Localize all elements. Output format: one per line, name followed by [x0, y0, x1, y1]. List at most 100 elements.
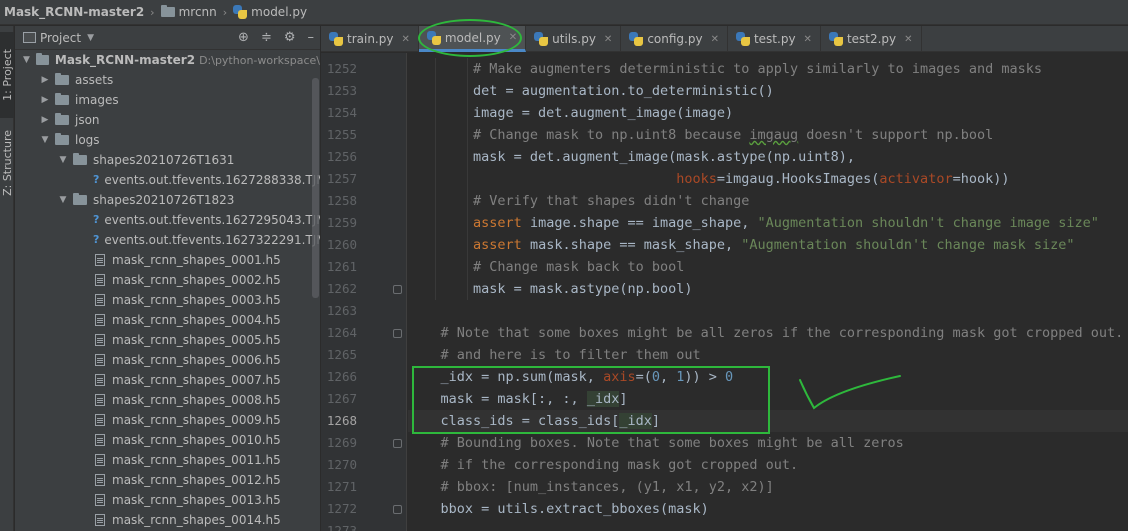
close-icon[interactable]: ✕: [401, 34, 409, 45]
project-tool-tab-label: 1: Project: [0, 49, 14, 101]
navigation-breadcrumb: Mask_RCNN-master2 › mrcnn › model.py: [0, 0, 1128, 25]
chevron-down-icon[interactable]: ▼: [57, 155, 69, 165]
file-item[interactable]: mask_rcnn_shapes_0004.h5: [15, 310, 320, 330]
folder-item[interactable]: ▶ assets: [15, 70, 320, 90]
code-line[interactable]: mask = det.augment_image(mask.astype(np.…: [408, 146, 1128, 168]
collapse-all-icon[interactable]: ≑: [261, 30, 272, 45]
code-line[interactable]: # Verify that shapes didn't change: [408, 190, 1128, 212]
fold-marker-icon[interactable]: [393, 505, 402, 514]
folder-item[interactable]: ▶ json: [15, 110, 320, 130]
code-line[interactable]: # Change mask back to bool: [408, 256, 1128, 278]
code-line[interactable]: [408, 300, 1128, 322]
tree-item-label: mask_rcnn_shapes_0003.h5: [112, 293, 281, 307]
file-item[interactable]: ? events.out.tfevents.1627295043.TJM-: [15, 210, 320, 230]
gear-icon[interactable]: ⚙: [284, 30, 296, 45]
project-panel: Project ▼ ⊕ ≑ ⚙ – ▼ Mask_RCNN-master2 D:\p…: [15, 26, 320, 531]
folder-item[interactable]: ▼ Mask_RCNN-master2 D:\python-workspace\: [15, 50, 320, 70]
folder-item[interactable]: ▼ logs: [15, 130, 320, 150]
code-line[interactable]: bbox = utils.extract_bboxes(mask): [408, 498, 1128, 520]
breadcrumb-project[interactable]: Mask_RCNN-master2: [4, 5, 144, 19]
code-line[interactable]: det = augmentation.to_deterministic(): [408, 80, 1128, 102]
code-line[interactable]: assert mask.shape == mask_shape, "Augmen…: [408, 234, 1128, 256]
chevron-right-icon[interactable]: ▶: [39, 115, 51, 125]
line-number: 1260: [326, 237, 357, 252]
chevron-down-icon[interactable]: ▼: [21, 55, 32, 65]
code-line[interactable]: # if the corresponding mask got cropped …: [408, 454, 1128, 476]
code-token: =imgaug.HooksImages(: [716, 171, 880, 187]
code-editor[interactable]: # Make augmenters deterministic to apply…: [408, 53, 1128, 531]
file-item[interactable]: mask_rcnn_shapes_0014.h5: [15, 510, 320, 530]
tab-test-py[interactable]: test.py ✕: [728, 26, 821, 52]
chevron-right-icon[interactable]: ▶: [39, 75, 51, 85]
code-line[interactable]: # Bounding boxes. Note that some boxes m…: [408, 432, 1128, 454]
hide-icon[interactable]: –: [308, 30, 315, 45]
code-token: # if the corresponding mask got cropped …: [440, 457, 799, 473]
breadcrumb-file[interactable]: model.py: [233, 5, 307, 19]
file-icon: [95, 414, 105, 426]
dropdown-arrow-icon[interactable]: ▼: [87, 33, 94, 43]
file-item[interactable]: mask_rcnn_shapes_0005.h5: [15, 330, 320, 350]
line-number: 1256: [326, 149, 357, 164]
code-line[interactable]: # Change mask to np.uint8 because imgaug…: [408, 124, 1128, 146]
fold-marker-icon[interactable]: [393, 439, 402, 448]
project-panel-title[interactable]: Project: [40, 31, 81, 45]
chevron-down-icon[interactable]: ▼: [39, 135, 51, 145]
file-item[interactable]: ? events.out.tfevents.1627322291.TJM-: [15, 230, 320, 250]
python-file-icon: [534, 32, 549, 46]
project-tree: ▼ Mask_RCNN-master2 D:\python-workspace\ ▶ a…: [15, 50, 320, 530]
tree-item-label: assets: [75, 73, 114, 87]
indent-guide: [435, 58, 436, 300]
locate-icon[interactable]: ⊕: [238, 30, 249, 45]
tab-utils-py[interactable]: utils.py ✕: [526, 26, 622, 52]
line-number: 1266: [326, 369, 357, 384]
close-icon[interactable]: ✕: [604, 34, 612, 45]
folder-icon: [36, 53, 49, 65]
code-line[interactable]: # Note that some boxes might be all zero…: [408, 322, 1128, 344]
project-scrollbar[interactable]: [312, 78, 319, 298]
file-item[interactable]: mask_rcnn_shapes_0010.h5: [15, 430, 320, 450]
file-item[interactable]: mask_rcnn_shapes_0006.h5: [15, 350, 320, 370]
code-line[interactable]: # bbox: [num_instances, (y1, x1, y2, x2)…: [408, 476, 1128, 498]
file-item[interactable]: mask_rcnn_shapes_0002.h5: [15, 270, 320, 290]
code-token: image.shape == image_shape,: [521, 215, 758, 231]
code-line[interactable]: # and here is to filter them out: [408, 344, 1128, 366]
project-tool-tab[interactable]: 1: Project: [0, 32, 14, 118]
code-line[interactable]: # Make augmenters deterministic to apply…: [408, 58, 1128, 80]
structure-tool-tab[interactable]: Z: Structure: [0, 124, 14, 202]
chevron-down-icon[interactable]: ▼: [57, 195, 69, 205]
folder-item[interactable]: ▼ shapes20210726T1631: [15, 150, 320, 170]
close-icon[interactable]: ✕: [804, 34, 812, 45]
fold-marker-icon[interactable]: [393, 285, 402, 294]
chevron-right-icon[interactable]: ▶: [39, 95, 51, 105]
folder-item[interactable]: ▶ images: [15, 90, 320, 110]
code-line[interactable]: assert image.shape == image_shape, "Augm…: [408, 212, 1128, 234]
file-item[interactable]: mask_rcnn_shapes_0013.h5: [15, 490, 320, 510]
file-item[interactable]: mask_rcnn_shapes_0011.h5: [15, 450, 320, 470]
tab-test2-py[interactable]: test2.py ✕: [821, 26, 922, 52]
file-item[interactable]: ? events.out.tfevents.1627288338.TJM-: [15, 170, 320, 190]
code-line[interactable]: mask = mask.astype(np.bool): [408, 278, 1128, 300]
code-line[interactable]: [408, 520, 1128, 531]
annotation-ellipse: [418, 19, 522, 57]
tab-config-py[interactable]: config.py ✕: [621, 26, 728, 52]
file-item[interactable]: mask_rcnn_shapes_0007.h5: [15, 370, 320, 390]
file-item[interactable]: mask_rcnn_shapes_0012.h5: [15, 470, 320, 490]
file-item[interactable]: mask_rcnn_shapes_0009.h5: [15, 410, 320, 430]
tree-item-label: mask_rcnn_shapes_0010.h5: [112, 433, 281, 447]
tree-item-label: mask_rcnn_shapes_0006.h5: [112, 353, 281, 367]
code-line[interactable]: image = det.augment_image(image): [408, 102, 1128, 124]
close-icon[interactable]: ✕: [711, 34, 719, 45]
file-item[interactable]: mask_rcnn_shapes_0008.h5: [15, 390, 320, 410]
file-item[interactable]: mask_rcnn_shapes_0001.h5: [15, 250, 320, 270]
tab-train-py[interactable]: train.py ✕: [321, 26, 419, 52]
code-line[interactable]: hooks=imgaug.HooksImages(activator=hook)…: [408, 168, 1128, 190]
tree-item-label: mask_rcnn_shapes_0005.h5: [112, 333, 281, 347]
chevron-right-icon: ›: [150, 5, 155, 19]
close-icon[interactable]: ✕: [904, 34, 912, 45]
folder-item[interactable]: ▼ shapes20210726T1823: [15, 190, 320, 210]
breadcrumb-folder[interactable]: mrcnn: [160, 5, 217, 19]
file-item[interactable]: mask_rcnn_shapes_0003.h5: [15, 290, 320, 310]
fold-marker-icon[interactable]: [393, 329, 402, 338]
